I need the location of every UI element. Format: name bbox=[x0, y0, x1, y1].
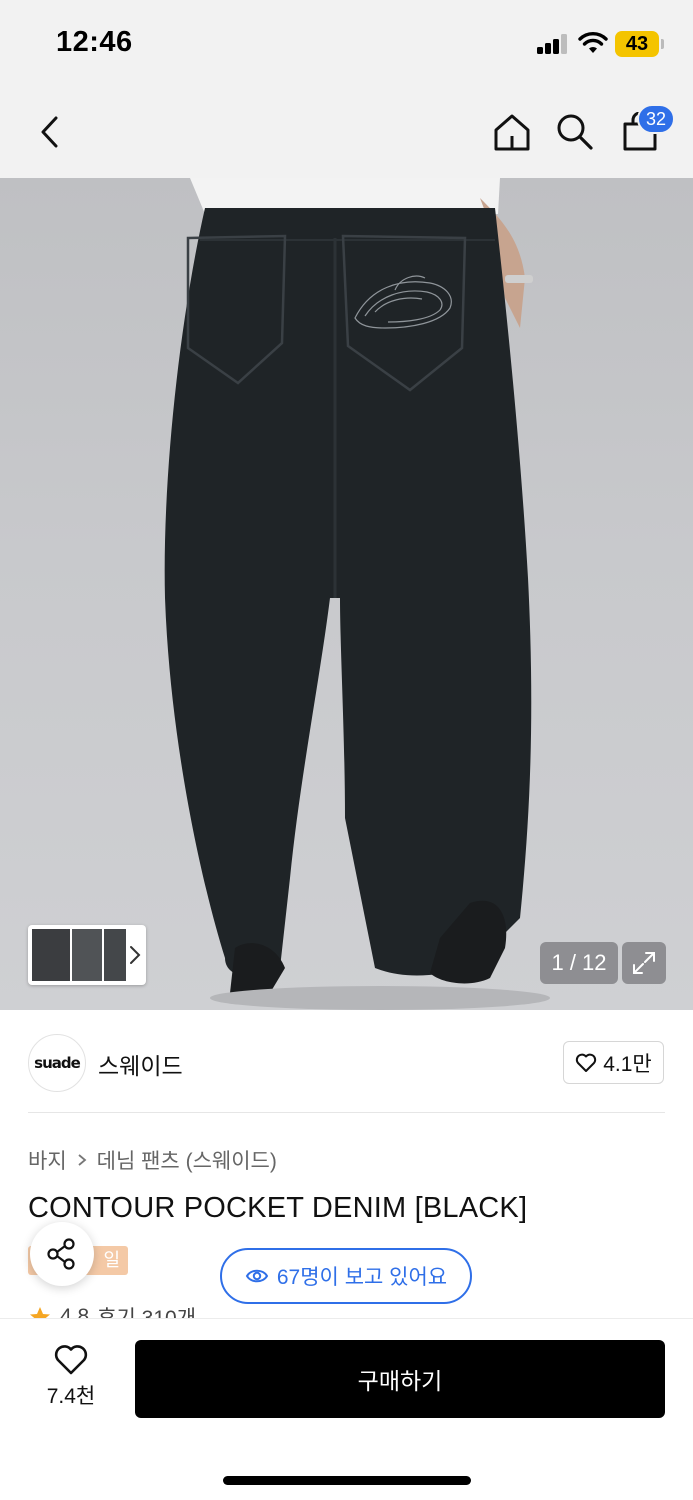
top-nav-bar bbox=[0, 88, 693, 178]
wishlist-count: 7.4천 bbox=[46, 1385, 96, 1408]
back-icon bbox=[41, 116, 58, 148]
battery-indicator: 43 bbox=[615, 31, 659, 57]
home-button[interactable] bbox=[488, 108, 536, 156]
thumbnail-strip[interactable] bbox=[28, 925, 146, 985]
cart-count-badge: 32 bbox=[637, 104, 675, 134]
search-button[interactable] bbox=[551, 108, 599, 156]
divider bbox=[28, 1112, 665, 1113]
cellular-signal-icon bbox=[537, 34, 569, 54]
wifi-icon bbox=[578, 32, 608, 53]
brand-name[interactable]: 스웨이드 bbox=[98, 1047, 183, 1081]
product-title: CONTOUR POCKET DENIM [BLACK] bbox=[28, 1192, 528, 1224]
search-icon bbox=[557, 114, 593, 150]
wishlist-button[interactable]: 7.4천 bbox=[36, 1344, 106, 1414]
heart-icon bbox=[576, 1053, 597, 1072]
breadcrumb-item[interactable]: 데님 팬츠 (스웨이드) bbox=[97, 1145, 277, 1175]
heart-icon bbox=[54, 1345, 88, 1375]
brand-logo[interactable]: suade bbox=[28, 1034, 86, 1092]
thumbnail-1[interactable] bbox=[32, 929, 70, 981]
chevron-right-icon bbox=[130, 946, 141, 964]
breadcrumb: 바지 데님 팬츠 (스웨이드) bbox=[28, 1145, 277, 1175]
home-indicator bbox=[223, 1476, 471, 1485]
star-icon bbox=[30, 1307, 50, 1318]
back-button[interactable] bbox=[26, 108, 74, 156]
home-icon bbox=[494, 114, 530, 151]
eye-icon bbox=[245, 1269, 269, 1283]
fullscreen-button[interactable] bbox=[622, 942, 666, 984]
chevron-right-icon bbox=[78, 1154, 87, 1166]
breadcrumb-item[interactable]: 바지 bbox=[28, 1145, 67, 1175]
buy-button[interactable]: 구매하기 bbox=[135, 1340, 665, 1418]
rating-row[interactable]: 4.8 후기 310개 bbox=[28, 1300, 196, 1318]
status-bar: 12:46 43 bbox=[0, 0, 693, 88]
thumbnail-3[interactable] bbox=[104, 929, 126, 981]
share-icon bbox=[47, 1238, 75, 1270]
viewers-pill: 67명이 보고 있어요 bbox=[220, 1248, 472, 1304]
review-count: 후기 310개 bbox=[97, 1302, 196, 1318]
thumbnail-2[interactable] bbox=[72, 929, 102, 981]
battery-cap bbox=[661, 39, 664, 49]
status-time: 12:46 bbox=[56, 26, 133, 58]
image-counter: 1 / 12 bbox=[540, 942, 618, 984]
viewers-text: 67명이 보고 있어요 bbox=[276, 1266, 448, 1289]
product-image[interactable] bbox=[0, 178, 693, 1010]
brand-like-count: 4.1만 bbox=[603, 1052, 652, 1076]
expand-icon bbox=[633, 952, 655, 974]
share-button[interactable] bbox=[30, 1222, 94, 1286]
jeans-photo bbox=[164, 178, 550, 1010]
rating-value: 4.8 bbox=[60, 1305, 90, 1318]
brand-like-button[interactable]: 4.1만 bbox=[563, 1041, 664, 1084]
